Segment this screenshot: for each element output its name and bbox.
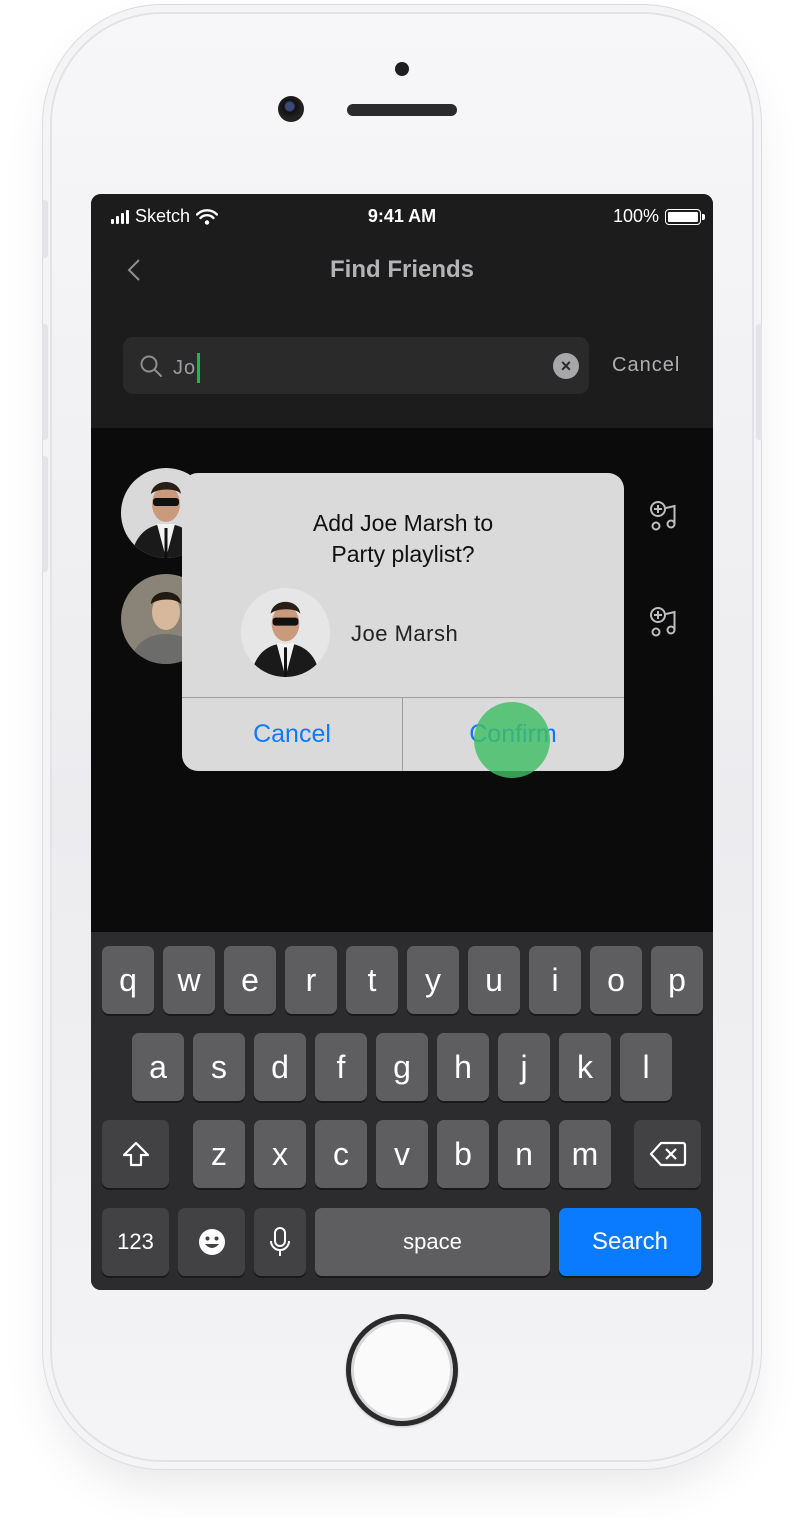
alert-title: Add Joe Marsh to Party playlist? bbox=[182, 508, 624, 570]
key-o[interactable]: o bbox=[590, 946, 642, 1014]
search-query: Jo bbox=[173, 356, 197, 379]
search-key[interactable]: Search bbox=[559, 1208, 701, 1276]
key-d[interactable]: d bbox=[254, 1033, 306, 1101]
volume-up-button bbox=[42, 324, 48, 440]
key-f[interactable]: f bbox=[315, 1033, 367, 1101]
key-i[interactable]: i bbox=[529, 946, 581, 1014]
shift-icon bbox=[122, 1141, 149, 1167]
avatar bbox=[241, 588, 330, 677]
key-z[interactable]: z bbox=[193, 1120, 245, 1188]
home-button[interactable] bbox=[346, 1314, 458, 1426]
text-cursor bbox=[197, 353, 201, 383]
key-e[interactable]: e bbox=[224, 946, 276, 1014]
key-v[interactable]: v bbox=[376, 1120, 428, 1188]
friend-name: Joe Marsh bbox=[351, 621, 459, 646]
add-to-playlist-alert: Add Joe Marsh to Party playlist? Joe Mar… bbox=[182, 473, 624, 771]
key-s[interactable]: s bbox=[193, 1033, 245, 1101]
key-n[interactable]: n bbox=[498, 1120, 550, 1188]
numbers-key[interactable]: 123 bbox=[102, 1208, 169, 1276]
shift-key[interactable] bbox=[102, 1120, 169, 1188]
app-header: Sketch 9:41 AM 100% Find Friends Jo × Ca… bbox=[91, 194, 713, 428]
emoji-key[interactable] bbox=[178, 1208, 245, 1276]
key-k[interactable]: k bbox=[559, 1033, 611, 1101]
alert-cancel-button[interactable]: Cancel bbox=[182, 698, 402, 771]
key-t[interactable]: t bbox=[346, 946, 398, 1014]
tap-indicator bbox=[474, 702, 550, 778]
proximity-sensor bbox=[395, 62, 409, 76]
key-w[interactable]: w bbox=[163, 946, 215, 1014]
dictation-key[interactable] bbox=[254, 1208, 306, 1276]
search-input[interactable]: Jo × bbox=[123, 337, 589, 394]
space-key[interactable]: space bbox=[315, 1208, 550, 1276]
search-icon bbox=[140, 355, 162, 377]
status-bar: Sketch 9:41 AM 100% bbox=[91, 204, 713, 230]
key-j[interactable]: j bbox=[498, 1033, 550, 1101]
key-m[interactable]: m bbox=[559, 1120, 611, 1188]
backspace-key[interactable] bbox=[634, 1120, 701, 1188]
earpiece-speaker bbox=[347, 104, 457, 116]
add-to-playlist-icon[interactable] bbox=[649, 606, 679, 638]
key-r[interactable]: r bbox=[285, 946, 337, 1014]
battery-percent: 100% bbox=[612, 206, 659, 226]
key-b[interactable]: b bbox=[437, 1120, 489, 1188]
key-g[interactable]: g bbox=[376, 1033, 428, 1101]
alert-title-line-1: Add Joe Marsh to bbox=[312, 510, 494, 536]
key-p[interactable]: p bbox=[651, 946, 703, 1014]
alert-title-line-2: Party playlist? bbox=[331, 541, 475, 567]
emoji-icon bbox=[198, 1229, 225, 1255]
power-button bbox=[756, 324, 762, 440]
keyboard: qwertyuiop asdfghjkl zxcvbnm 123 space S… bbox=[91, 932, 713, 1290]
battery-icon bbox=[665, 208, 705, 225]
silent-switch bbox=[42, 200, 48, 258]
microphone-icon bbox=[270, 1227, 290, 1256]
key-x[interactable]: x bbox=[254, 1120, 306, 1188]
front-camera-icon bbox=[278, 96, 304, 122]
add-to-playlist-icon[interactable] bbox=[649, 500, 679, 532]
key-c[interactable]: c bbox=[315, 1120, 367, 1188]
key-y[interactable]: y bbox=[407, 946, 459, 1014]
backspace-icon bbox=[649, 1141, 686, 1167]
key-a[interactable]: a bbox=[132, 1033, 184, 1101]
page-title: Find Friends bbox=[330, 256, 474, 283]
screen: Sketch 9:41 AM 100% Find Friends Jo × Ca… bbox=[91, 194, 713, 1290]
key-h[interactable]: h bbox=[437, 1033, 489, 1101]
key-l[interactable]: l bbox=[620, 1033, 672, 1101]
key-u[interactable]: u bbox=[468, 946, 520, 1014]
key-q[interactable]: q bbox=[102, 946, 154, 1014]
search-cancel-button[interactable]: Cancel bbox=[612, 354, 680, 377]
volume-down-button bbox=[42, 456, 48, 572]
clear-search-icon[interactable]: × bbox=[553, 353, 579, 379]
